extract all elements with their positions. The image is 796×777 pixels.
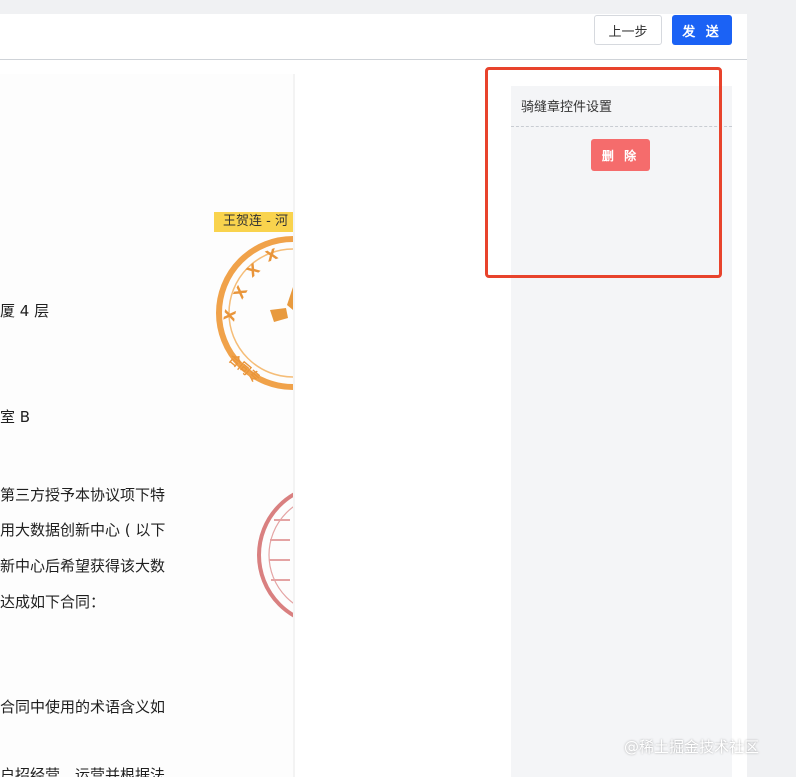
doc-line: 厦 4 层 — [0, 302, 50, 320]
document-page: 厦 4 层 室 B 第三方授予本协议项下特 用大数据创新中心 ( 以下 新中心后… — [0, 74, 293, 777]
highlight-box — [485, 67, 722, 278]
seal-red-icon[interactable] — [254, 480, 293, 630]
prev-step-button[interactable]: 上一步 — [594, 15, 662, 45]
doc-line: 户招经营、运营并根据法 — [0, 766, 166, 777]
svg-text:X: X — [230, 283, 252, 302]
watermark: @稀土掘金技术社区 — [624, 738, 760, 756]
document-edge — [293, 74, 295, 777]
signer-tag[interactable]: 王贺连 - 河 — [214, 212, 293, 232]
doc-line: 室 B — [0, 408, 31, 426]
seal-orange-icon[interactable]: X X X X 合同专 — [212, 232, 293, 394]
svg-text:X: X — [263, 245, 280, 266]
send-button[interactable]: 发 送 — [672, 15, 732, 45]
doc-line: 新中心后希望获得该大数 — [0, 557, 166, 575]
doc-line: 合同中使用的术语含义如 — [0, 698, 166, 716]
doc-line: 达成如下合同： — [0, 593, 106, 611]
header-divider — [0, 59, 747, 60]
svg-text:X: X — [243, 260, 264, 282]
doc-line: 用大数据创新中心 ( 以下 — [0, 521, 166, 539]
doc-line: 第三方授予本协议项下特 — [0, 486, 166, 504]
svg-text:X: X — [220, 308, 240, 323]
